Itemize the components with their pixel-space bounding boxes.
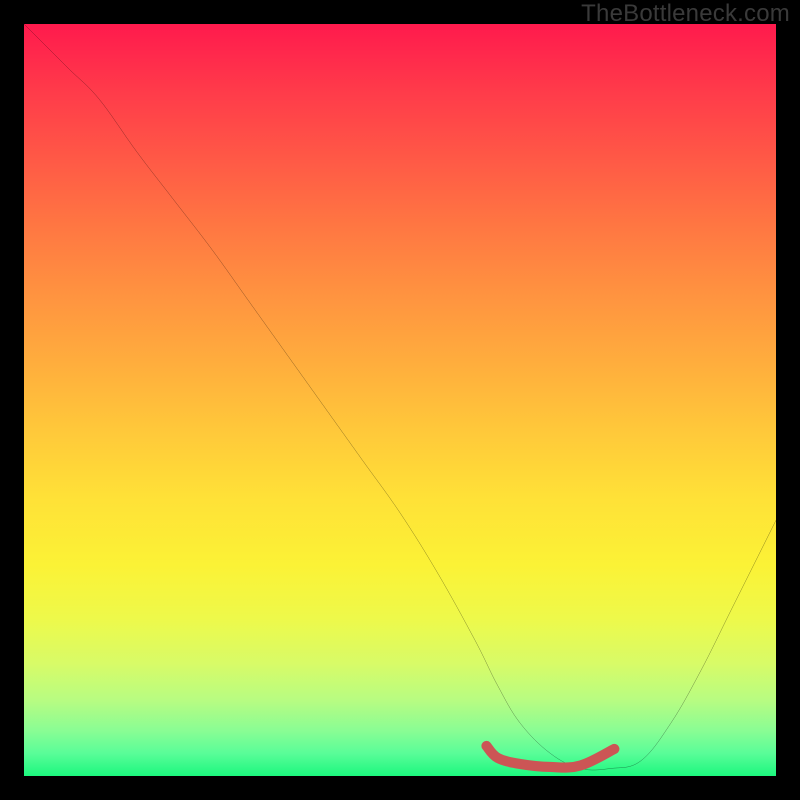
plot-area [24,24,776,776]
watermark-text: TheBottleneck.com [581,0,790,28]
bottleneck-curve [24,24,776,776]
chart-frame: TheBottleneck.com [0,0,800,800]
